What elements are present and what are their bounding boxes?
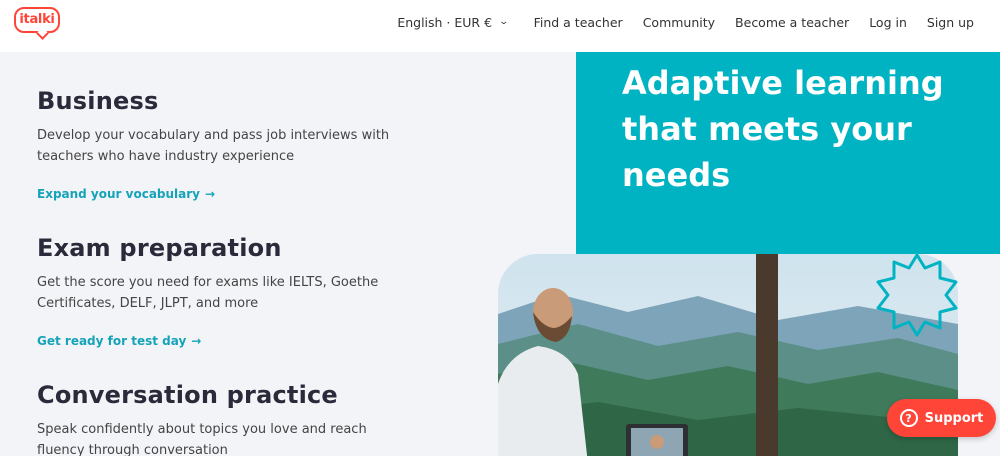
main-nav: English · EUR € ⌄ Find a teacher Communi… (397, 0, 974, 44)
language-currency-label: English · EUR € (397, 14, 493, 30)
feature-title: Conversation practice (37, 381, 338, 409)
arrow-right-icon: → (191, 334, 202, 348)
test-day-link[interactable]: Get ready for test day → (37, 334, 201, 348)
feature-exam-preparation: Exam preparation Get the score you need … (37, 234, 397, 349)
expand-vocabulary-link[interactable]: Expand your vocabulary → (37, 187, 215, 201)
nav-log-in[interactable]: Log in (869, 15, 907, 30)
nav-become-teacher[interactable]: Become a teacher (735, 15, 849, 30)
feature-business: Business Develop your vocabulary and pas… (37, 87, 397, 202)
language-currency-selector[interactable]: English · EUR € ⌄ (397, 14, 510, 30)
sun-icon (876, 253, 958, 337)
nav-find-teacher[interactable]: Find a teacher (534, 15, 623, 30)
italki-logo[interactable]: italki (14, 7, 62, 40)
support-button[interactable]: ? Support (887, 399, 996, 437)
feature-description: Develop your vocabulary and pass job int… (37, 128, 390, 164)
link-label: Get ready for test day (37, 334, 187, 348)
support-label: Support (924, 410, 984, 426)
hero-panel: Adaptive learning that meets your needs (576, 52, 1000, 254)
nav-sign-up[interactable]: Sign up (927, 15, 974, 30)
feature-conversation-practice: Conversation practice Speak confidently … (37, 381, 397, 456)
feature-description: Get the score you need for exams like IE… (37, 275, 379, 311)
logo-text: italki (19, 12, 55, 27)
link-label: Expand your vocabulary (37, 187, 201, 201)
top-header: italki English · EUR € ⌄ Find a teacher … (0, 0, 1000, 52)
arrow-right-icon: → (205, 187, 216, 201)
feature-title: Business (37, 87, 159, 115)
feature-title: Exam preparation (37, 234, 282, 262)
question-icon: ? (899, 409, 918, 427)
feature-description: Speak confidently about topics you love … (37, 422, 367, 456)
nav-community[interactable]: Community (643, 15, 715, 30)
hero-headline: Adaptive learning that meets your needs (622, 64, 944, 194)
chevron-down-icon: ⌄ (498, 17, 510, 27)
